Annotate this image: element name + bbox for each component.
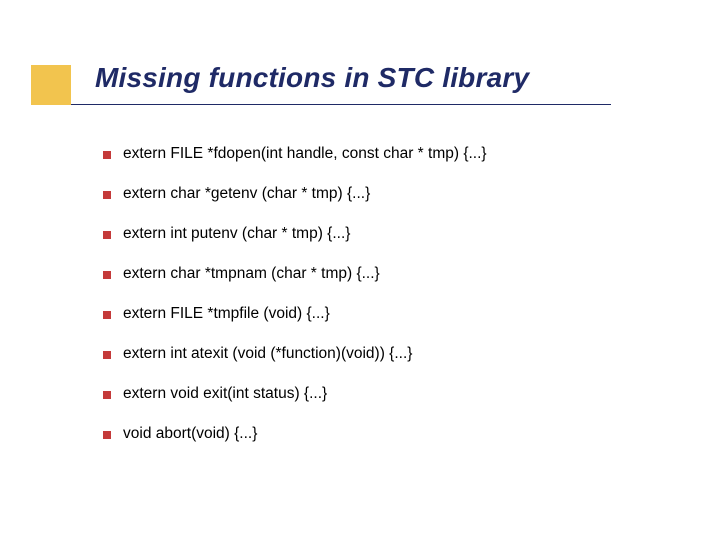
bullet-icon <box>103 391 111 399</box>
content-list: extern FILE *fdopen(int handle, const ch… <box>103 145 663 465</box>
code-line: extern int atexit (void (*function)(void… <box>123 345 412 363</box>
bullet-icon <box>103 431 111 439</box>
accent-square <box>31 65 71 105</box>
list-item: extern int atexit (void (*function)(void… <box>103 345 663 363</box>
code-line: void abort(void) {...} <box>123 425 257 443</box>
list-item: extern void exit(int status) {...} <box>103 385 663 403</box>
code-line: extern char *tmpnam (char * tmp) {...} <box>123 265 380 283</box>
title-underline <box>71 104 611 105</box>
page-title: Missing functions in STC library <box>95 62 529 94</box>
bullet-icon <box>103 191 111 199</box>
code-line: extern int putenv (char * tmp) {...} <box>123 225 350 243</box>
bullet-icon <box>103 151 111 159</box>
list-item: void abort(void) {...} <box>103 425 663 443</box>
list-item: extern FILE *fdopen(int handle, const ch… <box>103 145 663 163</box>
bullet-icon <box>103 271 111 279</box>
code-line: extern FILE *tmpfile (void) {...} <box>123 305 330 323</box>
list-item: extern char *tmpnam (char * tmp) {...} <box>103 265 663 283</box>
list-item: extern char *getenv (char * tmp) {...} <box>103 185 663 203</box>
list-item: extern FILE *tmpfile (void) {...} <box>103 305 663 323</box>
code-line: extern void exit(int status) {...} <box>123 385 327 403</box>
slide: Missing functions in STC library extern … <box>0 0 720 540</box>
bullet-icon <box>103 351 111 359</box>
bullet-icon <box>103 311 111 319</box>
bullet-icon <box>103 231 111 239</box>
code-line: extern FILE *fdopen(int handle, const ch… <box>123 145 487 163</box>
code-line: extern char *getenv (char * tmp) {...} <box>123 185 370 203</box>
list-item: extern int putenv (char * tmp) {...} <box>103 225 663 243</box>
